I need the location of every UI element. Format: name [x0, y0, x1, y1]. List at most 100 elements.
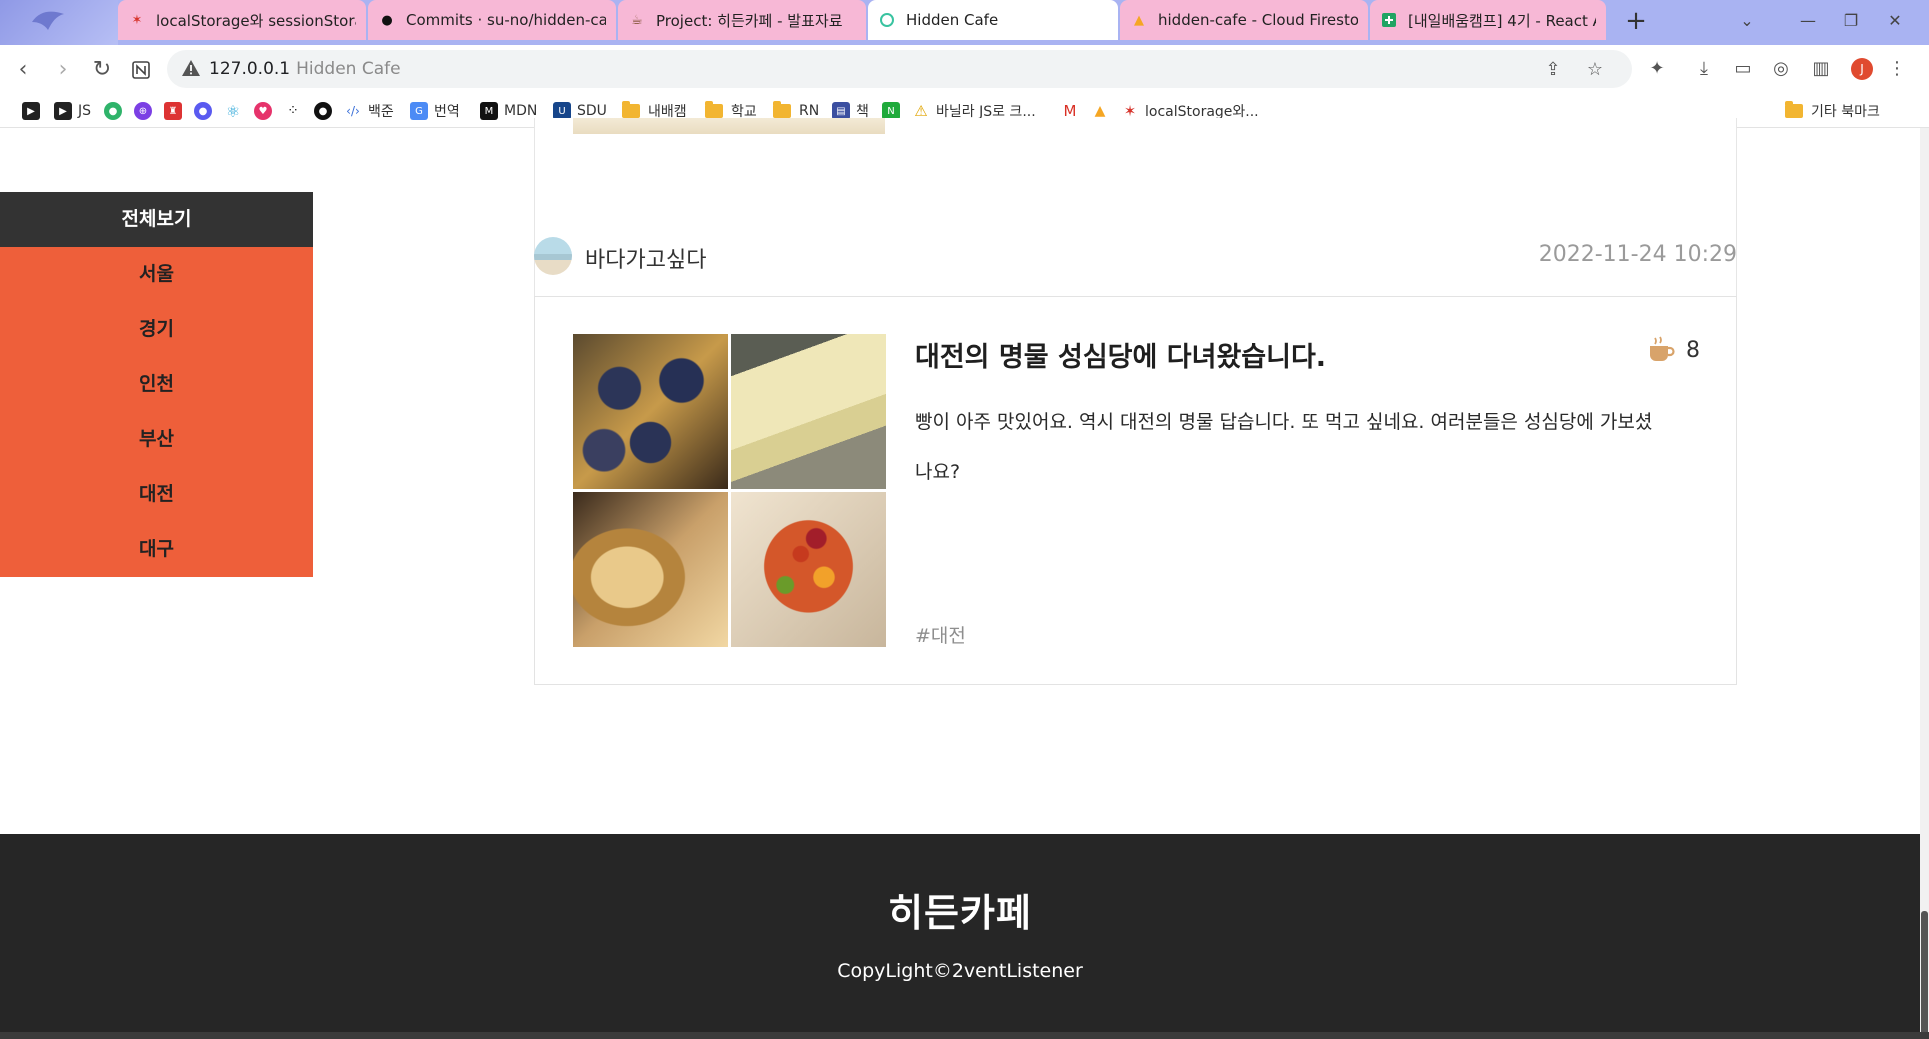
folder-icon	[705, 101, 723, 118]
like-counter[interactable]: 8	[1646, 335, 1700, 365]
bookmark-icon-2[interactable]: ⊕	[134, 100, 158, 122]
author-nickname[interactable]: 바다가고싶다	[585, 242, 706, 274]
download-icon[interactable]: ⤓	[1690, 55, 1718, 83]
sidebar-item-all[interactable]: 전체보기	[0, 192, 313, 247]
share-icon[interactable]: ⇪	[1541, 58, 1565, 82]
app-icon: ⊕	[134, 102, 152, 120]
taskbar-edge	[0, 1032, 1929, 1039]
bookmark-label: 기타 북마크	[1811, 104, 1880, 120]
folder-icon	[622, 101, 640, 118]
tab-label: hidden-cafe - Cloud Firestore	[1158, 11, 1358, 29]
footer-copyright: CopyLight©2ventListener	[837, 960, 1083, 982]
tab-github-commits[interactable]: ● Commits · su-no/hidden-cafe	[368, 0, 616, 40]
minimize-button[interactable]: —	[1793, 6, 1823, 36]
browser-window: ✶ localStorage와 sessionStorag ● Commits …	[0, 0, 1929, 1039]
side-panel-icon[interactable]: ▥	[1807, 55, 1835, 83]
bookmark-baekjoon[interactable]: ‹/› 백준	[344, 100, 394, 122]
firebase-icon: ▲	[1134, 12, 1144, 28]
bookmark-icon-6[interactable]: ⁘	[284, 100, 308, 122]
app-icon: ♥	[254, 102, 272, 120]
browser-toolbar: ‹ › ↻ 127.0.0.1 Hidden Cafe ⇪ ☆ ✦ ⤓ ▭ ◎ ▥…	[0, 45, 1929, 128]
url-text[interactable]: 127.0.0.1 Hidden Cafe	[209, 59, 401, 79]
bookmark-icon-3[interactable]: ♜	[164, 100, 188, 122]
screenshot-icon[interactable]: ◎	[1767, 55, 1795, 83]
app-icon: ♜	[164, 102, 182, 120]
sidebar-region-list: 서울 경기 인천 부산 대전 대구	[0, 247, 313, 577]
bookmark-mdn[interactable]: M MDN	[480, 100, 537, 122]
sidebar-item-daejeon[interactable]: 대전	[0, 467, 313, 522]
photo-fruit-tart	[731, 492, 886, 647]
tab-label: Commits · su-no/hidden-cafe	[406, 11, 606, 29]
github-icon: ●	[314, 102, 332, 120]
profile-avatar[interactable]: J	[1851, 58, 1873, 80]
sidebar-item-gyeonggi[interactable]: 경기	[0, 302, 313, 357]
bookmark-velog[interactable]: ▶	[22, 100, 46, 122]
more-menu-icon[interactable]: ⋮	[1883, 55, 1911, 83]
velog-icon: ▶	[54, 102, 72, 120]
restore-button[interactable]: ❐	[1836, 6, 1866, 36]
scrollbar-thumb[interactable]	[1921, 911, 1928, 1039]
back-button[interactable]: ‹	[6, 53, 40, 87]
cast-icon[interactable]: ▭	[1729, 55, 1757, 83]
bookmark-js[interactable]: ▶ JS	[54, 100, 91, 122]
page-scrollbar[interactable]	[1920, 128, 1929, 1039]
bookmark-translate[interactable]: G 번역	[410, 100, 460, 122]
not-secure-warning-icon[interactable]	[181, 58, 201, 78]
region-sidebar: 전체보기 서울 경기 인천 부산 대전 대구	[0, 192, 313, 577]
bookmark-react[interactable]: ⚛	[224, 100, 248, 122]
extensions-icon[interactable]: ✦	[1643, 55, 1671, 83]
post-photo-grid[interactable]	[573, 334, 886, 647]
notion-icon[interactable]	[124, 53, 158, 87]
github-icon: ●	[381, 12, 393, 28]
post-card[interactable]: 대전의 명물 성심당에 다녀왔습니다. 8 빵이 아주 맛있어요. 역시 대전의…	[534, 296, 1737, 685]
bookmark-icon-4[interactable]: ●	[194, 100, 218, 122]
site-footer: 히든카페 CopyLight©2ventListener	[0, 834, 1920, 1039]
bookmark-icon-1[interactable]: ●	[104, 100, 128, 122]
app-icon: ●	[194, 102, 212, 120]
forward-button[interactable]: ›	[46, 53, 80, 87]
post-date: 2022-11-24 10:29	[1538, 242, 1737, 267]
bookmark-icon-5[interactable]: ♥	[254, 100, 278, 122]
tab-label: [내일배움캠프] 4기 - React A	[1408, 11, 1596, 30]
bookmark-label: 번역	[434, 104, 460, 120]
bookmark-label: MDN	[504, 103, 538, 119]
like-count: 8	[1686, 337, 1700, 363]
folder-icon	[1785, 101, 1803, 118]
tab-project-slides[interactable]: ☕ Project: 히든카페 - 발표자료	[618, 0, 866, 40]
mdn-icon: M	[480, 102, 498, 120]
tab-bar: ✶ localStorage와 sessionStorag ● Commits …	[0, 0, 1929, 45]
tab-label: Project: 히든카페 - 발표자료	[656, 11, 843, 30]
react-icon: ⚛	[225, 101, 241, 121]
sidebar-item-daegu[interactable]: 대구	[0, 522, 313, 577]
dots-icon: ⁘	[287, 103, 299, 119]
bookmark-label: RN	[799, 103, 820, 119]
previous-post-image	[573, 118, 885, 134]
author-avatar[interactable]	[534, 237, 572, 275]
tab-hidden-cafe[interactable]: Hidden Cafe	[868, 0, 1118, 40]
code-icon: ‹/›	[346, 104, 360, 118]
bookmark-star-icon[interactable]: ☆	[1583, 58, 1607, 82]
post-body: 빵이 아주 맛있어요. 역시 대전의 명물 답습니다. 또 먹고 싶네요. 여러…	[915, 411, 1653, 483]
post-author-row: 바다가고싶다 2022-11-24 10:29	[534, 233, 1737, 278]
tab-spreadsheet[interactable]: [내일배움캠프] 4기 - React A	[1370, 0, 1606, 40]
address-bar[interactable]: 127.0.0.1 Hidden Cafe ⇪ ☆	[167, 50, 1632, 88]
new-tab-button[interactable]: +	[1622, 8, 1650, 36]
url-host: 127.0.0.1	[209, 59, 291, 79]
tab-search-chevron-icon[interactable]: ⌄	[1732, 6, 1762, 36]
tab-localstorage[interactable]: ✶ localStorage와 sessionStorag	[118, 0, 366, 40]
post-hashtag[interactable]: #대전	[915, 621, 966, 648]
velog-icon: ✶	[131, 12, 143, 28]
sidebar-item-incheon[interactable]: 인천	[0, 357, 313, 412]
loading-icon	[878, 11, 896, 29]
sidebar-item-seoul[interactable]: 서울	[0, 247, 313, 302]
sidebar-item-busan[interactable]: 부산	[0, 412, 313, 467]
velog-icon: ▶	[22, 102, 40, 120]
coffee-cup-icon	[1650, 336, 1675, 361]
bookmark-github[interactable]: ●	[314, 100, 338, 122]
bookmark-other[interactable]: 기타 북마크	[1785, 100, 1880, 122]
post-title[interactable]: 대전의 명물 성심당에 다녀왔습니다.	[915, 335, 1326, 374]
tab-firestore[interactable]: ▲ hidden-cafe - Cloud Firestore	[1120, 0, 1368, 40]
reload-button[interactable]: ↻	[85, 53, 119, 87]
coffee-icon: ☕	[631, 12, 643, 28]
close-window-button[interactable]: ✕	[1880, 6, 1910, 36]
